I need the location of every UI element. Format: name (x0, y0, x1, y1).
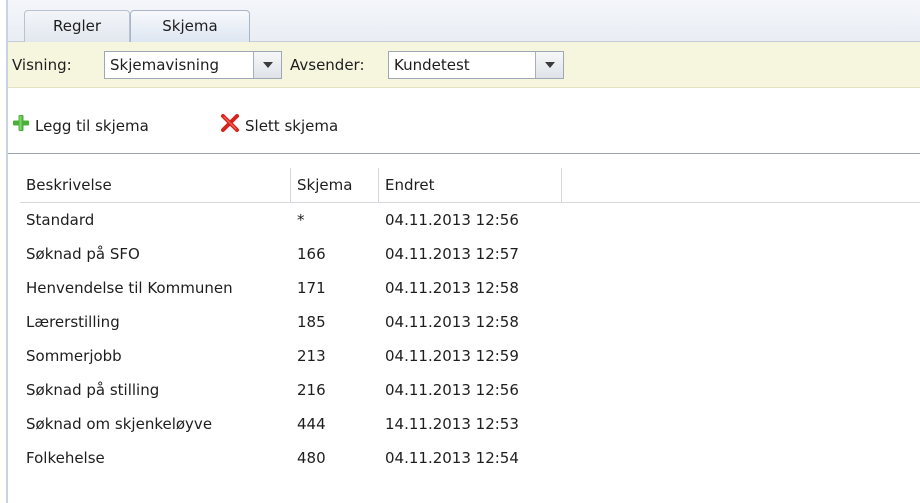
delete-schema-label: Slett skjema (245, 117, 339, 135)
delete-schema-button[interactable]: Slett skjema (220, 114, 338, 138)
cell-description: Sommerjobb (26, 347, 122, 365)
tab-strip: Regler Skjema (8, 0, 920, 42)
table-row[interactable]: Standard * 04.11.2013 12:56 (20, 203, 920, 237)
table-row[interactable]: Søknad på SFO 166 04.11.2013 12:57 (20, 237, 920, 271)
cell-description: Søknad om skjenkeløyve (26, 415, 213, 433)
cell-description: Standard (26, 211, 95, 229)
cell-schema: 480 (297, 449, 326, 467)
toolbar: Legg til skjema Slett skjema (8, 88, 920, 154)
cell-changed: 04.11.2013 12:54 (385, 449, 519, 467)
cell-schema: 166 (297, 245, 326, 263)
close-icon (220, 114, 240, 139)
sender-dropdown[interactable]: Kundetest (388, 51, 564, 79)
app-window: Regler Skjema Visning: Skjemavisning Avs… (0, 0, 920, 503)
sender-label: Avsender: (290, 56, 365, 74)
view-dropdown-value: Skjemavisning (110, 56, 219, 74)
column-header-schema[interactable]: Skjema (291, 168, 379, 202)
cell-changed: 04.11.2013 12:56 (385, 381, 519, 399)
view-dropdown-button[interactable] (253, 52, 281, 78)
cell-schema: 216 (297, 381, 326, 399)
cell-changed: 04.11.2013 12:58 (385, 279, 519, 297)
add-schema-button[interactable]: Legg til skjema (12, 114, 149, 138)
table-row[interactable]: Sommerjobb 213 04.11.2013 12:59 (20, 339, 920, 373)
column-header-description[interactable]: Beskrivelse (20, 168, 291, 202)
table-row[interactable]: Søknad om skjenkeløyve 444 14.11.2013 12:5… (20, 407, 920, 441)
chevron-down-icon (263, 62, 273, 68)
tab-regler[interactable]: Regler (24, 10, 130, 42)
plus-icon (12, 114, 30, 139)
cell-description: Søknad på stilling (26, 381, 160, 399)
view-dropdown[interactable]: Skjemavisning (104, 51, 282, 79)
cell-changed: 04.11.2013 12:57 (385, 245, 519, 263)
table-row[interactable]: Lærerstilling 185 04.11.2013 12:58 (20, 305, 920, 339)
view-label: Visning: (12, 56, 72, 74)
cell-schema: 213 (297, 347, 326, 365)
cell-changed: 14.11.2013 12:53 (385, 415, 519, 433)
add-schema-label: Legg til skjema (35, 117, 149, 135)
sender-dropdown-button[interactable] (535, 52, 563, 78)
table-row[interactable]: Søknad på stilling 216 04.11.2013 12:56 (20, 373, 920, 407)
grid-header: Beskrivelse Skjema Endret (20, 168, 920, 203)
sender-dropdown-value: Kundetest (394, 56, 470, 74)
cell-description: Folkehelse (26, 449, 105, 467)
cell-description: Søknad på SFO (26, 245, 140, 263)
cell-schema: 171 (297, 279, 326, 297)
cell-schema: 185 (297, 313, 326, 331)
cell-schema: 444 (297, 415, 326, 433)
cell-description: Lærerstilling (26, 313, 120, 331)
grid-rows: Standard * 04.11.2013 12:56 Søknad på SFO 16… (20, 203, 920, 475)
cell-description: Henvendelse til Kommunen (26, 279, 233, 297)
table-row[interactable]: Henvendelse til Kommunen 171 04.11.2013 12… (20, 271, 920, 305)
filter-bar: Visning: Skjemavisning Avsender: Kundete… (8, 42, 920, 88)
table-row[interactable]: Folkehelse 480 04.11.2013 12:54 (20, 441, 920, 475)
cell-changed: 04.11.2013 12:56 (385, 211, 519, 229)
left-edge (0, 0, 8, 503)
cell-changed: 04.11.2013 12:59 (385, 347, 519, 365)
cell-changed: 04.11.2013 12:58 (385, 313, 519, 331)
column-header-changed[interactable]: Endret (379, 168, 562, 202)
cell-schema: * (297, 211, 305, 229)
schema-grid: Beskrivelse Skjema Endret Standard * 04.11… (20, 168, 920, 475)
chevron-down-icon (545, 62, 555, 68)
tab-skjema[interactable]: Skjema (130, 10, 250, 42)
